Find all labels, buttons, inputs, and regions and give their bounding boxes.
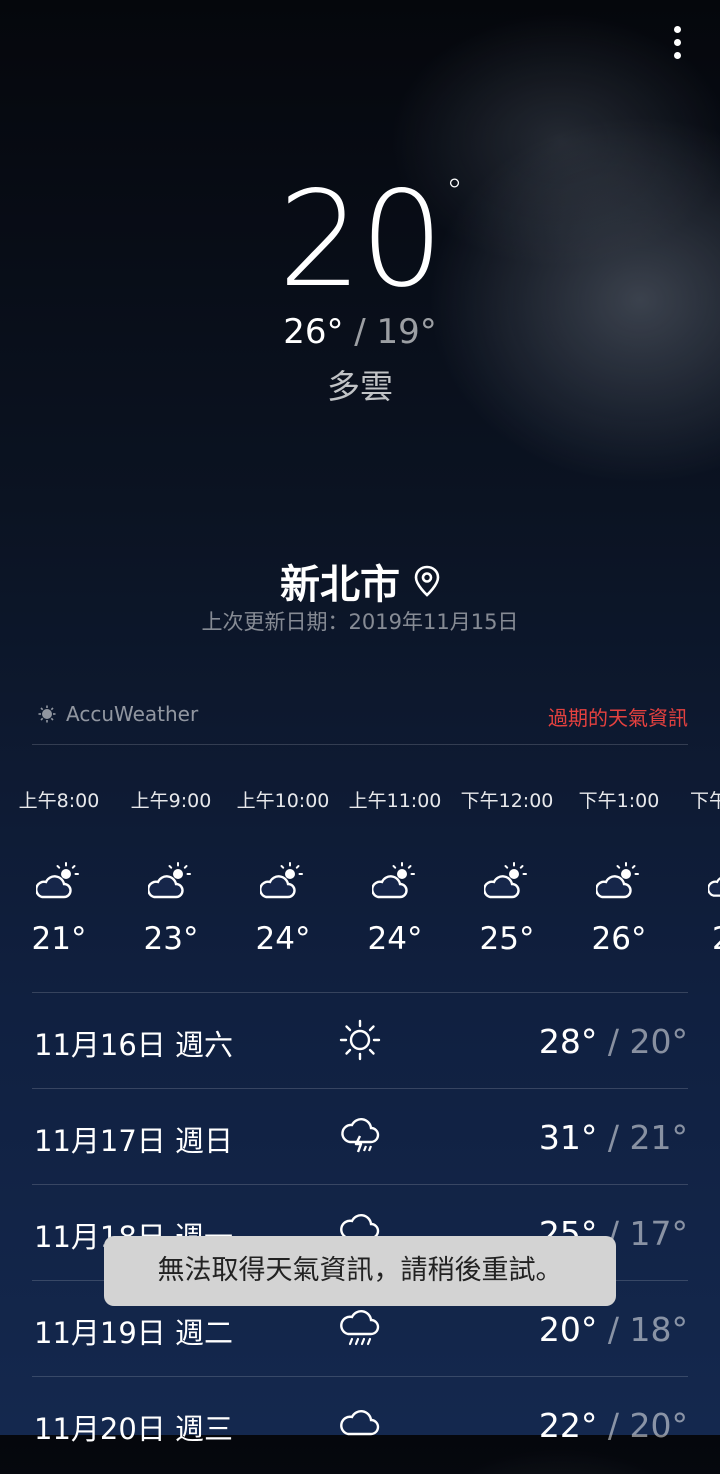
hourly-time: 上午11:00 bbox=[348, 790, 442, 812]
hourly-item: 上午11:00 24° bbox=[339, 786, 451, 956]
daily-temps: 22° / 20° bbox=[539, 1406, 688, 1445]
hourly-time: 下午12:00 bbox=[460, 790, 554, 812]
daily-date: 11月20日 週三 bbox=[34, 1412, 234, 1446]
divider bbox=[32, 992, 688, 993]
city-name[interactable]: 新北市 bbox=[280, 552, 400, 610]
menu-dot bbox=[673, 25, 681, 33]
menu-dot bbox=[673, 51, 681, 59]
current-condition: 多雲 bbox=[327, 367, 393, 406]
divider bbox=[32, 1184, 688, 1185]
partly-cloudy-icon bbox=[372, 861, 416, 899]
daily-temps: 28° / 20° bbox=[539, 1022, 688, 1061]
hourly-time: 下午 bbox=[690, 790, 720, 812]
hilo-separator: / bbox=[597, 1022, 630, 1061]
daily-low: 17° bbox=[629, 1214, 689, 1253]
daily-row[interactable]: 11月16日 週六 28° / 20° bbox=[32, 994, 688, 1090]
error-toast: 無法取得天氣資訊，請稍後重試。 bbox=[104, 1236, 616, 1306]
daily-temps: 31° / 21° bbox=[539, 1118, 688, 1157]
partly-cloudy-icon bbox=[596, 861, 640, 899]
daily-high: 22° bbox=[538, 1406, 598, 1445]
hourly-temp: 23° bbox=[143, 921, 199, 957]
location-pin-icon[interactable] bbox=[414, 565, 440, 597]
daily-low: 20° bbox=[629, 1022, 689, 1061]
provider-name: AccuWeather bbox=[66, 702, 199, 726]
hilo-separator: / bbox=[597, 1310, 630, 1349]
hourly-forecast[interactable]: 上午8:00 21° 上午9:00 23° 上午10:00 24° 上午11:0… bbox=[0, 786, 720, 976]
rain-cloud-icon bbox=[340, 1310, 380, 1346]
daily-temps: 20° / 18° bbox=[539, 1310, 688, 1349]
hourly-time: 上午8:00 bbox=[18, 790, 100, 812]
hourly-temp: 25° bbox=[479, 921, 535, 957]
hilo-separator: / bbox=[343, 312, 377, 352]
hourly-time: 下午1:00 bbox=[578, 790, 660, 812]
hourly-temp: 24° bbox=[367, 921, 423, 957]
partly-cloudy-icon bbox=[484, 861, 528, 899]
daily-high: 31° bbox=[538, 1118, 598, 1157]
current-high-low: 26° / 19° bbox=[0, 312, 720, 352]
hourly-temp: 26° bbox=[591, 921, 647, 957]
hourly-time: 上午10:00 bbox=[236, 790, 330, 812]
last-updated-text: 上次更新日期：2019年11月15日 bbox=[201, 610, 519, 634]
daily-low: 21° bbox=[629, 1118, 689, 1157]
hourly-time: 上午9:00 bbox=[130, 790, 212, 812]
menu-dot bbox=[673, 38, 681, 46]
hourly-item: 上午10:00 24° bbox=[227, 786, 339, 956]
hourly-item: 下午1:00 26° bbox=[563, 786, 675, 956]
divider bbox=[32, 1088, 688, 1089]
provider-label[interactable]: AccuWeather bbox=[38, 702, 198, 726]
current-temperature: 20 bbox=[278, 163, 444, 317]
partly-cloudy-icon bbox=[708, 863, 720, 897]
overflow-menu-button[interactable] bbox=[660, 20, 694, 64]
daily-row[interactable]: 11月20日 週三 22° / 20° bbox=[32, 1378, 688, 1474]
divider bbox=[32, 744, 688, 745]
hilo-separator: / bbox=[597, 1406, 630, 1445]
daily-date: 11月17日 週日 bbox=[34, 1124, 234, 1158]
hourly-item: 下午12:00 25° bbox=[451, 786, 563, 956]
current-low: 19° bbox=[376, 312, 437, 352]
cloud-icon bbox=[340, 1410, 380, 1436]
daily-date: 11月16日 週六 bbox=[34, 1028, 234, 1062]
hourly-item: 上午9:00 23° bbox=[115, 786, 227, 956]
daily-high: 28° bbox=[538, 1022, 598, 1061]
partly-cloudy-icon bbox=[36, 861, 80, 899]
hilo-separator: / bbox=[597, 1118, 630, 1157]
partly-cloudy-icon bbox=[260, 861, 304, 899]
accuweather-logo-icon bbox=[38, 705, 56, 723]
hourly-temp: 24° bbox=[255, 921, 311, 957]
thunderstorm-icon bbox=[341, 1118, 380, 1153]
hourly-temp: 2 bbox=[690, 922, 720, 956]
daily-row[interactable]: 11月17日 週日 31° / 21° bbox=[32, 1090, 688, 1186]
daily-low: 20° bbox=[629, 1406, 689, 1445]
daily-high: 20° bbox=[538, 1310, 598, 1349]
current-high: 26° bbox=[283, 312, 344, 352]
divider bbox=[32, 1376, 688, 1377]
hourly-item-partial: 下午 2 bbox=[690, 786, 720, 956]
daily-low: 18° bbox=[629, 1310, 689, 1349]
partly-cloudy-icon bbox=[148, 861, 192, 899]
hourly-item: 上午8:00 21° bbox=[3, 786, 115, 956]
daily-date: 11月19日 週二 bbox=[34, 1316, 234, 1350]
sun-icon bbox=[339, 1019, 381, 1061]
expired-data-notice: 過期的天氣資訊 bbox=[548, 706, 688, 730]
hourly-temp: 21° bbox=[31, 921, 87, 957]
location-row[interactable]: 新北市 bbox=[0, 552, 720, 610]
degree-symbol: ° bbox=[446, 172, 463, 212]
